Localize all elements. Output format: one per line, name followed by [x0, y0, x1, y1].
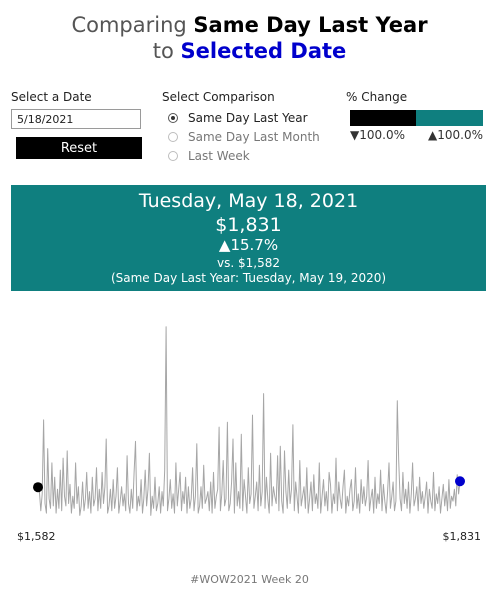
pct-change-label: % Change	[346, 90, 408, 104]
sales-line-chart: $1,582 $1,831	[17, 326, 482, 543]
title-connector: to	[152, 39, 181, 63]
banner-comparison-date: (Same Day Last Year: Tuesday, May 19, 20…	[110, 271, 387, 285]
legend-negative-label: ▼100.0%	[350, 128, 405, 142]
banner-date: Tuesday, May 18, 2021	[138, 190, 359, 212]
banner-vs-value: vs. $1,582	[217, 256, 280, 270]
footer-tag: #WOW2021 Week 20	[190, 573, 309, 586]
page-title-line1: Comparing Same Day Last Year	[0, 12, 499, 38]
option-label: Same Day Last Year	[188, 111, 308, 125]
banner-value: $1,831	[215, 214, 282, 236]
date-label: Select a Date	[11, 90, 92, 104]
banner-pct-change: ▲15.7%	[218, 236, 279, 254]
title-selected: Selected Date	[180, 39, 347, 63]
option-label: Same Day Last Month	[188, 130, 320, 144]
reset-button[interactable]: Reset	[16, 137, 142, 159]
pct-change-legend	[350, 110, 483, 126]
legend-negative-swatch	[350, 110, 416, 126]
option-last-week[interactable]: Last Week	[168, 148, 250, 164]
end-point-marker[interactable]	[455, 476, 465, 487]
sales-series-line	[37, 326, 461, 516]
summary-banner: Tuesday, May 18, 2021 $1,831 ▲15.7% vs. …	[11, 185, 486, 291]
comparison-label: Select Comparison	[162, 90, 275, 104]
date-input[interactable]	[11, 109, 141, 129]
title-comparison: Same Day Last Year	[193, 13, 428, 37]
end-value-label: $1,831	[443, 530, 482, 543]
radio-icon[interactable]	[168, 151, 178, 161]
start-point-marker[interactable]	[33, 482, 43, 493]
option-label: Last Week	[188, 149, 250, 163]
option-same-day-last-year[interactable]: Same Day Last Year	[168, 110, 308, 126]
radio-icon-checked[interactable]	[168, 113, 178, 123]
legend-positive-swatch	[416, 110, 483, 126]
radio-icon[interactable]	[168, 132, 178, 142]
legend-positive-label: ▲100.0%	[428, 128, 483, 142]
option-same-day-last-month[interactable]: Same Day Last Month	[168, 129, 320, 145]
start-value-label: $1,582	[17, 530, 56, 543]
page-title-line2: to Selected Date	[0, 38, 499, 64]
title-prefix: Comparing	[71, 13, 194, 37]
